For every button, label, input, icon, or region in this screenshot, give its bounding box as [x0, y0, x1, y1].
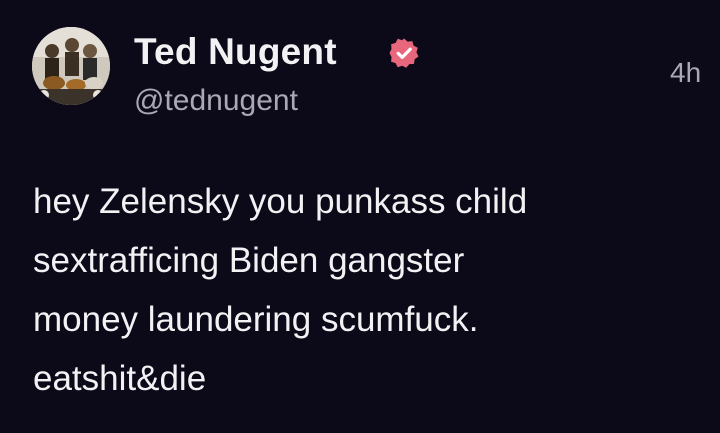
post-body-line: eatshit&die — [33, 359, 207, 398]
author-display-name[interactable]: Ted Nugent — [134, 30, 337, 74]
post-body-line: hey Zelensky you punkass child — [33, 182, 528, 221]
post-body-line: sextrafficing Biden gangster — [33, 241, 465, 280]
post-body: hey Zelensky you punkass child sextraffi… — [33, 172, 713, 408]
verified-badge-icon — [389, 38, 419, 68]
author-avatar[interactable] — [32, 27, 110, 105]
post-timestamp[interactable]: 4h — [670, 56, 701, 90]
author-handle[interactable]: @tednugent — [134, 83, 298, 119]
post-card: Ted Nugent @tednugent 4h hey Zelensky yo… — [0, 0, 720, 433]
post-body-line: money laundering scumfuck. — [33, 300, 479, 339]
band-photo-avatar-icon — [32, 27, 110, 105]
